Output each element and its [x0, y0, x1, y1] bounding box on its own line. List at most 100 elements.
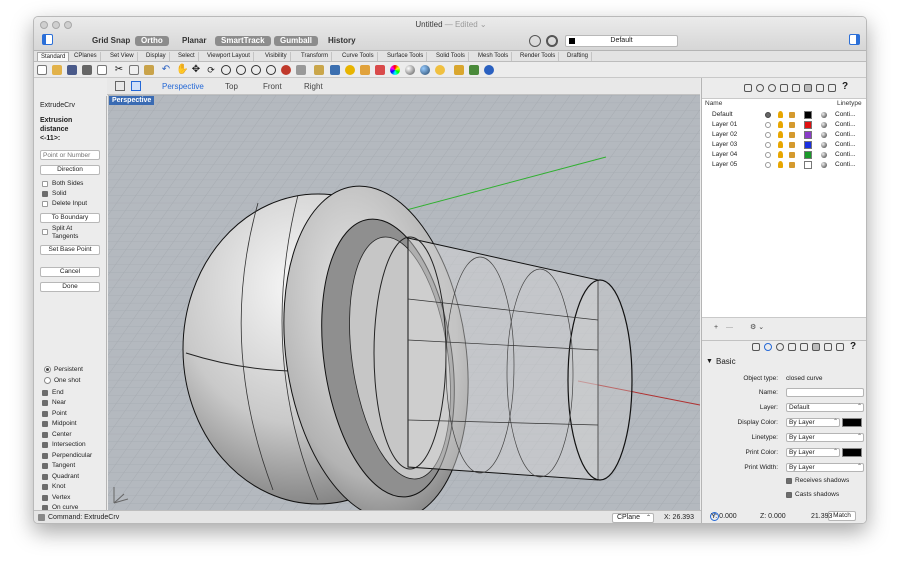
- brush-tab-icon[interactable]: [812, 343, 820, 351]
- osnap-perpendicular-checkbox[interactable]: [42, 453, 48, 459]
- current-layer-indicator[interactable]: [765, 132, 771, 138]
- tab-set-view[interactable]: Set View: [107, 52, 138, 61]
- rotate-view-icon[interactable]: ⟳: [206, 65, 216, 75]
- command-history-icon[interactable]: [38, 514, 45, 521]
- move-view-icon[interactable]: ✥: [191, 65, 201, 75]
- grid-icon[interactable]: [296, 65, 306, 75]
- current-layer-indicator[interactable]: [765, 162, 771, 168]
- lightbulb-icon[interactable]: [778, 141, 783, 148]
- layer-row[interactable]: Default Conti...: [702, 110, 866, 120]
- help-panel-icon[interactable]: ?: [842, 81, 848, 92]
- current-layer-indicator[interactable]: [765, 112, 771, 118]
- materials-panel-icon[interactable]: [768, 84, 776, 92]
- linetype-select[interactable]: By Layer: [786, 433, 864, 442]
- tab-standard[interactable]: Standard: [37, 52, 70, 61]
- tab-solid-tools[interactable]: Solid Tools: [433, 52, 469, 61]
- tab-display[interactable]: Display: [143, 52, 170, 61]
- print-color-swatch[interactable]: [842, 448, 862, 457]
- osnap-near-checkbox[interactable]: [42, 400, 48, 406]
- solid-checkbox[interactable]: [42, 191, 48, 197]
- cylinder-end-cap[interactable]: [567, 279, 633, 481]
- paste-icon[interactable]: [144, 65, 154, 75]
- left-sidebar-toggle-icon[interactable]: [42, 34, 53, 45]
- car-view-icon[interactable]: [281, 65, 291, 75]
- command-line[interactable]: Command: ExtrudeCrv: [48, 514, 119, 521]
- tab-surface-tools[interactable]: Surface Tools: [384, 52, 428, 61]
- grid-snap-button[interactable]: Grid Snap: [86, 36, 136, 46]
- layer-options-gear-icon[interactable]: ⚙ ⌄: [750, 323, 764, 332]
- zoom-icon[interactable]: [221, 65, 231, 75]
- layer-color-swatch[interactable]: [804, 161, 812, 169]
- layer-row[interactable]: Layer 02 Conti...: [702, 130, 866, 140]
- tab-transform[interactable]: Transform: [298, 52, 333, 61]
- camera-panel-icon[interactable]: [792, 84, 800, 92]
- viewport-title[interactable]: Perspective: [109, 96, 155, 105]
- select-objects-icon[interactable]: [314, 65, 324, 75]
- current-layer-indicator[interactable]: [765, 142, 771, 148]
- lock-icon[interactable]: [789, 162, 795, 168]
- pan-hand-icon[interactable]: ✋: [176, 65, 188, 75]
- direction-button[interactable]: Direction: [40, 165, 100, 175]
- cancel-button[interactable]: Cancel: [40, 267, 100, 277]
- rhino-options-icon[interactable]: [469, 65, 479, 75]
- osnap-point-checkbox[interactable]: [42, 411, 48, 417]
- new-file-icon[interactable]: [37, 65, 47, 75]
- save-icon[interactable]: [67, 65, 77, 75]
- done-button[interactable]: Done: [40, 282, 100, 292]
- layers-panel-icon[interactable]: [744, 84, 752, 92]
- gumball-button[interactable]: Gumball: [274, 36, 319, 46]
- tab-front[interactable]: Front: [263, 82, 282, 91]
- viewport-layout-icon[interactable]: [115, 81, 125, 91]
- zoom-extents-icon[interactable]: [251, 65, 261, 75]
- layer-linetype[interactable]: Conti...: [835, 121, 856, 128]
- history-button[interactable]: History: [322, 36, 362, 46]
- material-icon[interactable]: [821, 122, 827, 128]
- layer-row[interactable]: Layer 05 Conti...: [702, 160, 866, 170]
- delete-input-checkbox[interactable]: [42, 201, 48, 207]
- set-base-point-button[interactable]: Set Base Point: [40, 245, 100, 255]
- casts-shadows-checkbox[interactable]: [786, 492, 792, 498]
- name-field[interactable]: [786, 388, 864, 397]
- current-layer-selector[interactable]: Default: [565, 35, 678, 47]
- help-icon[interactable]: [484, 65, 494, 75]
- tab-mesh-tools[interactable]: Mesh Tools: [475, 52, 513, 61]
- copy-icon[interactable]: [129, 65, 139, 75]
- lock-icon[interactable]: [789, 152, 795, 158]
- tab-curve-tools[interactable]: Curve Tools: [339, 52, 378, 61]
- material-tab-icon[interactable]: [776, 343, 784, 351]
- column-name-header[interactable]: Name: [705, 99, 722, 108]
- column-linetype-header[interactable]: Linetype: [837, 99, 862, 108]
- print-icon[interactable]: [82, 65, 92, 75]
- right-sidebar-toggle-icon[interactable]: [849, 34, 860, 45]
- one-shot-radio[interactable]: [44, 377, 51, 384]
- zoom-selected-icon[interactable]: [266, 65, 276, 75]
- perspective-viewport[interactable]: Perspective: [108, 95, 700, 510]
- layer-linetype[interactable]: Conti...: [835, 111, 856, 118]
- cut-icon[interactable]: ✂: [114, 65, 124, 75]
- open-folder-icon[interactable]: [52, 65, 62, 75]
- smarttrack-button[interactable]: SmartTrack: [215, 36, 271, 46]
- layer-row[interactable]: Layer 03 Conti...: [702, 140, 866, 150]
- ortho-button[interactable]: Ortho: [135, 36, 169, 46]
- layer-color-swatch[interactable]: [804, 131, 812, 139]
- render-icon[interactable]: [420, 65, 430, 75]
- osnap-target-icon[interactable]: [546, 35, 558, 47]
- material-icon[interactable]: [821, 152, 827, 158]
- osnap-vertex-checkbox[interactable]: [42, 495, 48, 501]
- layer-row[interactable]: Layer 04 Conti...: [702, 150, 866, 160]
- layers-tab-icon[interactable]: [752, 343, 760, 351]
- osnap-intersection-checkbox[interactable]: [42, 442, 48, 448]
- layer-color-swatch[interactable]: [804, 111, 812, 119]
- layer-linetype[interactable]: Conti...: [835, 131, 856, 138]
- to-boundary-button[interactable]: To Boundary: [40, 213, 100, 223]
- display-panel-icon[interactable]: [828, 84, 836, 92]
- notes-panel-icon[interactable]: [816, 84, 824, 92]
- object-properties-tab-icon[interactable]: [764, 343, 772, 351]
- material-icon[interactable]: [821, 142, 827, 148]
- planar-button[interactable]: Planar: [176, 36, 212, 46]
- material-sphere-icon[interactable]: [405, 65, 415, 75]
- layer-linetype[interactable]: Conti...: [835, 161, 856, 168]
- zoom-window-icon[interactable]: [236, 65, 246, 75]
- osnap-end-checkbox[interactable]: [42, 390, 48, 396]
- help-tab-icon[interactable]: ?: [850, 341, 856, 352]
